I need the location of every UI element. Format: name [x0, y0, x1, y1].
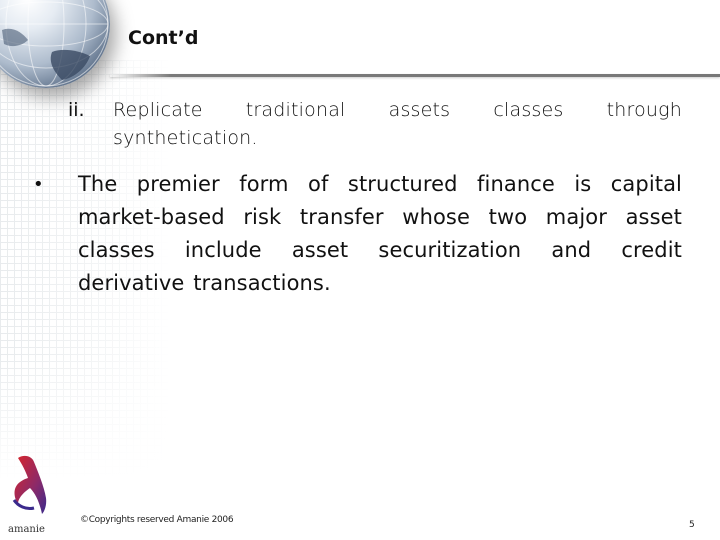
page-number: 5 — [689, 520, 695, 530]
numbered-list-item: ii. Replicate traditional assets classes… — [68, 96, 682, 152]
bullet-text: The premier form of structured finance i… — [78, 172, 682, 295]
copyright-notice: ©Copyrights reserved Amanie 2006 — [80, 515, 234, 525]
list-marker: ii. — [68, 99, 85, 121]
title-divider — [110, 74, 720, 77]
logo-wordmark: amanie — [8, 524, 45, 535]
bullet-list-item: • The premier form of structured finance… — [33, 168, 682, 300]
globe-icon — [0, 0, 110, 88]
slide-title: Cont’d — [128, 27, 199, 49]
list-item-text: Replicate traditional assets classes thr… — [113, 99, 682, 149]
bullet-marker: • — [33, 174, 44, 195]
